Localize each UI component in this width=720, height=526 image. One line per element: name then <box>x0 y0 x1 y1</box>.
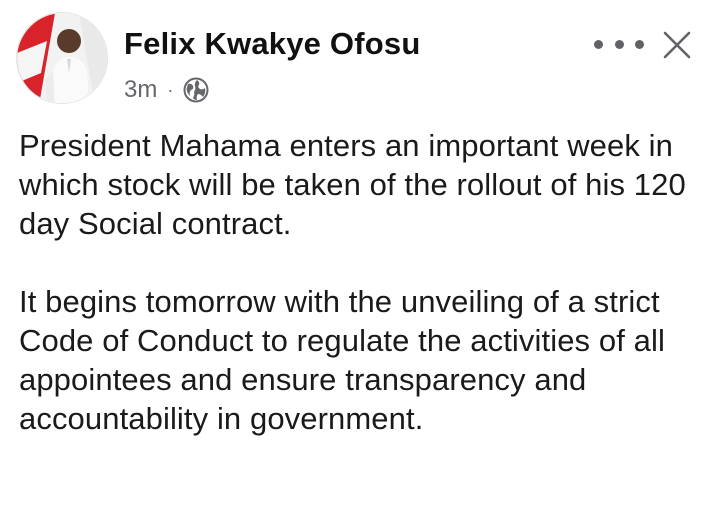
more-dot <box>594 39 603 49</box>
avatar[interactable] <box>16 12 108 104</box>
globe-icon[interactable] <box>183 77 209 103</box>
close-icon[interactable] <box>660 28 694 62</box>
post-paragraph: President Mahama enters an important wee… <box>19 128 686 241</box>
post-header: Felix Kwakye Ofosu 3m · <box>0 0 720 110</box>
more-dot <box>614 39 624 49</box>
avatar-image <box>17 13 107 103</box>
post-card: Felix Kwakye Ofosu 3m · President Mahama… <box>0 0 720 526</box>
more-options-button[interactable] <box>594 30 644 58</box>
post-time[interactable]: 3m <box>124 76 157 104</box>
post-body: President Mahama enters an important wee… <box>19 126 699 438</box>
more-dot <box>635 39 644 49</box>
meta-separator: · <box>167 79 174 100</box>
post-paragraph: It begins tomorrow with the unveiling of… <box>19 284 665 436</box>
author-name[interactable]: Felix Kwakye Ofosu <box>124 26 420 62</box>
post-meta: 3m · <box>124 76 209 104</box>
